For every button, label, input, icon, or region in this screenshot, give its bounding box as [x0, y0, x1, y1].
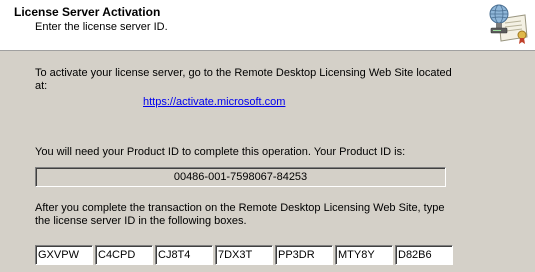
- activation-website-link[interactable]: https://activate.microsoft.com: [143, 96, 285, 108]
- license-id-field-3[interactable]: [155, 245, 213, 265]
- product-id-instruction: You will need your Product ID to complet…: [35, 146, 406, 158]
- wizard-header: License Server Activation Enter the lice…: [0, 0, 535, 51]
- page-subtitle: Enter the license server ID.: [35, 21, 168, 33]
- license-server-certificate-icon: [489, 4, 528, 44]
- product-id-display: 00486-001-7598067-84253: [35, 167, 446, 187]
- license-id-instruction-line2: the license server ID in the following b…: [35, 215, 247, 227]
- license-id-field-5[interactable]: [275, 245, 333, 265]
- license-id-field-6[interactable]: [335, 245, 393, 265]
- license-id-field-2[interactable]: [95, 245, 153, 265]
- license-id-instruction-line1: After you complete the transaction on th…: [35, 202, 445, 214]
- page-title: License Server Activation: [14, 5, 161, 19]
- activation-instruction-line1: To activate your license server, go to t…: [35, 67, 452, 79]
- license-id-field-1[interactable]: [35, 245, 93, 265]
- activation-instruction-line2: at:: [35, 80, 48, 92]
- license-id-field-4[interactable]: [215, 245, 273, 265]
- license-id-field-7[interactable]: [395, 245, 453, 265]
